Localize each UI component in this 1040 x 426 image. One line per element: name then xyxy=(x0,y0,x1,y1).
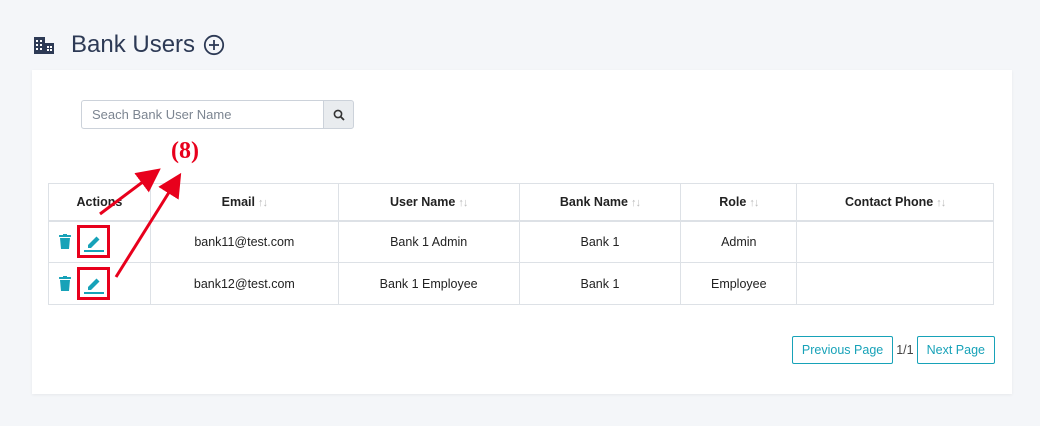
edit-button[interactable] xyxy=(77,225,110,259)
sort-icon[interactable]: ↑↓ xyxy=(749,197,759,209)
sort-icon[interactable]: ↑↓ xyxy=(631,197,641,209)
table-row: bank11@test.com Bank 1 Admin Bank 1 Admi… xyxy=(48,220,994,263)
cell-email: bank12@test.com xyxy=(149,262,339,305)
col-user-name[interactable]: User Name ↑↓ xyxy=(337,183,520,222)
sort-icon[interactable]: ↑↓ xyxy=(258,197,268,209)
users-card: Actions Email↑↓ User Name↑↓ Bank Name↑↓ … xyxy=(32,70,1012,394)
cell-role: Admin xyxy=(680,220,798,263)
pencil-icon xyxy=(83,278,104,294)
col-bank-name[interactable]: Bank Name ↑↓ xyxy=(518,183,682,222)
search-input[interactable] xyxy=(81,100,323,129)
search-group xyxy=(81,100,354,129)
annotation-label: (8) xyxy=(171,138,199,164)
cell-user-name: Bank 1 Admin xyxy=(337,220,520,263)
row-actions xyxy=(48,262,151,305)
trash-icon[interactable] xyxy=(59,234,71,250)
cell-bank-name: Bank 1 xyxy=(518,220,682,263)
cell-role: Employee xyxy=(680,262,798,305)
pencil-icon xyxy=(83,236,104,252)
trash-icon[interactable] xyxy=(59,276,71,291)
cell-bank-name: Bank 1 xyxy=(518,262,682,305)
users-table: Actions Email ↑↓ User Name ↑↓ Bank Name ↑↓ … xyxy=(48,183,994,305)
col-actions: Actions xyxy=(48,183,151,222)
cell-contact-phone xyxy=(796,262,994,305)
col-role[interactable]: Role ↑↓ xyxy=(680,183,798,222)
sort-icon[interactable]: ↑↓ xyxy=(936,197,946,209)
search-button[interactable] xyxy=(323,100,354,129)
search-icon xyxy=(333,109,345,121)
page-title: Bank Users xyxy=(71,31,196,58)
col-email[interactable]: Email ↑↓ xyxy=(149,183,339,222)
cell-user-name: Bank 1 Employee xyxy=(337,262,520,305)
page-info: 1/1 xyxy=(896,343,914,357)
cell-email: bank11@test.com xyxy=(149,220,339,263)
sort-icon[interactable]: ↑↓ xyxy=(458,197,468,209)
page-header: Bank Users xyxy=(33,30,225,60)
next-page-button[interactable]: Next Page xyxy=(916,336,995,364)
pagination: Previous Page 1/1 Next Page xyxy=(791,336,995,364)
col-contact-phone[interactable]: Contact Phone ↑↓ xyxy=(796,183,994,222)
edit-button[interactable] xyxy=(77,267,110,300)
plus-circle-icon[interactable] xyxy=(203,34,225,56)
previous-page-button[interactable]: Previous Page xyxy=(791,336,894,364)
building-icon xyxy=(34,37,54,54)
row-actions xyxy=(48,220,151,263)
cell-contact-phone xyxy=(796,220,994,263)
table-row: bank12@test.com Bank 1 Employee Bank 1 E… xyxy=(48,262,994,305)
table-header-row: Actions Email ↑↓ User Name ↑↓ Bank Name ↑↓ … xyxy=(48,183,994,222)
